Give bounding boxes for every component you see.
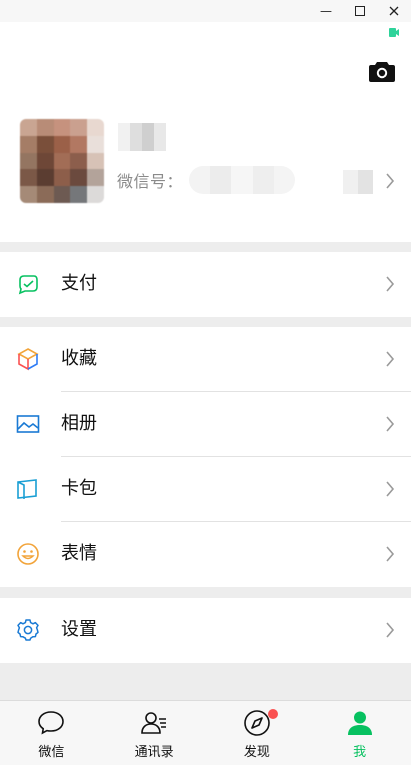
wechat-id-redacted [189,166,296,194]
qr-code-redacted[interactable] [343,170,373,194]
menu-item-cards-label: 卡包 [61,478,97,499]
nickname-redacted [118,123,166,151]
menu-item-stickers[interactable]: 表情 [0,522,411,587]
contacts-icon [141,712,167,734]
tab-me-label: 我 [353,745,367,760]
menu-group-pay: 支付 [0,252,411,317]
smiley-icon [17,543,39,565]
bottom-tab-bar: 微信 通讯录 发现 我 [0,700,411,765]
chevron-right-icon [386,622,395,638]
menu-item-stickers-label: 表情 [61,543,97,564]
wechat-id-label: 微信号： [117,172,184,191]
chevron-right-icon [386,481,395,497]
chevron-right-icon [386,173,395,189]
close-icon [389,6,399,16]
menu-item-settings-label: 设置 [61,619,97,640]
cube-icon [17,348,39,371]
menu-group-settings: 设置 [0,598,411,663]
menu-group-main: 收藏 相册 卡包 表情 [0,327,411,587]
menu-item-album[interactable]: 相册 [0,392,411,457]
tab-discover[interactable]: 发现 [206,701,309,765]
chevron-right-icon [386,351,395,367]
camera-icon[interactable] [369,60,395,82]
maximize-icon [355,6,365,16]
card-icon [17,479,37,499]
window-titlebar: — [0,0,411,22]
tab-chats[interactable]: 微信 [0,701,103,765]
tab-discover-label: 发现 [243,745,270,760]
chevron-right-icon [386,276,395,292]
profile-header[interactable]: 微信号： [0,22,411,242]
gear-icon [17,619,39,641]
minimize-icon: — [320,4,332,18]
maximize-button[interactable] [343,0,377,22]
close-button[interactable] [377,0,411,22]
compass-icon [244,710,270,736]
menu-item-album-label: 相册 [61,413,97,434]
wallet-check-icon [18,275,38,295]
tab-contacts[interactable]: 通讯录 [103,701,206,765]
chevron-right-icon [386,546,395,562]
menu-item-settings[interactable]: 设置 [0,598,411,663]
menu-item-pay[interactable]: 支付 [0,252,411,317]
tab-chats-label: 微信 [38,745,65,760]
tab-me[interactable]: 我 [308,701,411,765]
chevron-right-icon [386,416,395,432]
wechat-id-row: 微信号： [117,166,296,194]
minimize-button[interactable]: — [309,0,343,22]
menu-item-favorites[interactable]: 收藏 [0,327,411,392]
chat-bubble-icon [38,711,65,735]
status-indicator-icon [389,28,399,37]
photo-icon [16,415,40,433]
avatar[interactable] [20,119,104,203]
person-icon [347,711,372,735]
tab-contacts-label: 通讯录 [134,745,174,760]
menu-item-cards[interactable]: 卡包 [0,457,411,522]
menu-item-favorites-label: 收藏 [61,348,97,369]
menu-item-pay-label: 支付 [61,273,97,294]
notification-badge [268,709,279,719]
